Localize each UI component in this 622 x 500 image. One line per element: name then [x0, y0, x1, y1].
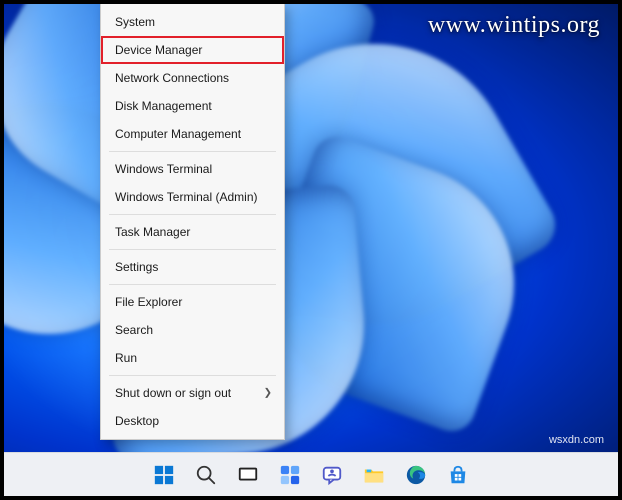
watermark2-text: wsxdn.com	[549, 434, 604, 446]
menu-item-device-manager[interactable]: Device Manager	[101, 36, 284, 64]
file-explorer-button[interactable]	[357, 458, 391, 492]
menu-item-windows-terminal-admin[interactable]: Windows Terminal (Admin)	[101, 183, 284, 211]
task-view-icon	[237, 464, 259, 486]
menu-item-settings[interactable]: Settings	[101, 253, 284, 281]
start-button[interactable]	[147, 458, 181, 492]
chat-button[interactable]	[315, 458, 349, 492]
widgets-icon	[279, 464, 301, 486]
menu-item-run[interactable]: Run	[101, 344, 284, 372]
menu-item-search[interactable]: Search	[101, 316, 284, 344]
file-explorer-icon	[363, 464, 385, 486]
menu-separator	[109, 284, 276, 285]
menu-item-windows-terminal[interactable]: Windows Terminal	[101, 155, 284, 183]
task-view-button[interactable]	[231, 458, 265, 492]
taskbar	[4, 452, 618, 496]
menu-item-task-manager[interactable]: Task Manager	[101, 218, 284, 246]
menu-item-system[interactable]: System	[101, 8, 284, 36]
widgets-button[interactable]	[273, 458, 307, 492]
menu-item-shut-down[interactable]: Shut down or sign out ❯	[101, 379, 284, 407]
menu-item-disk-management[interactable]: Disk Management	[101, 92, 284, 120]
store-icon	[447, 464, 469, 486]
menu-item-file-explorer[interactable]: File Explorer	[101, 288, 284, 316]
winx-context-menu: System Device Manager Network Connection…	[100, 4, 285, 440]
menu-separator	[109, 375, 276, 376]
store-button[interactable]	[441, 458, 475, 492]
edge-icon	[405, 464, 427, 486]
search-button[interactable]	[189, 458, 223, 492]
menu-item-desktop[interactable]: Desktop	[101, 407, 284, 435]
search-icon	[195, 464, 217, 486]
watermark-text: www.wintips.org	[428, 12, 600, 39]
menu-item-label: Shut down or sign out	[115, 386, 231, 400]
menu-separator	[109, 249, 276, 250]
menu-separator	[109, 214, 276, 215]
chevron-right-icon: ❯	[264, 388, 272, 399]
desktop-background: www.wintips.org wsxdn.com System Device …	[4, 4, 618, 496]
chat-icon	[321, 464, 343, 486]
menu-item-computer-management[interactable]: Computer Management	[101, 120, 284, 148]
edge-button[interactable]	[399, 458, 433, 492]
menu-separator	[109, 151, 276, 152]
start-icon	[153, 464, 175, 486]
menu-item-network-connections[interactable]: Network Connections	[101, 64, 284, 92]
